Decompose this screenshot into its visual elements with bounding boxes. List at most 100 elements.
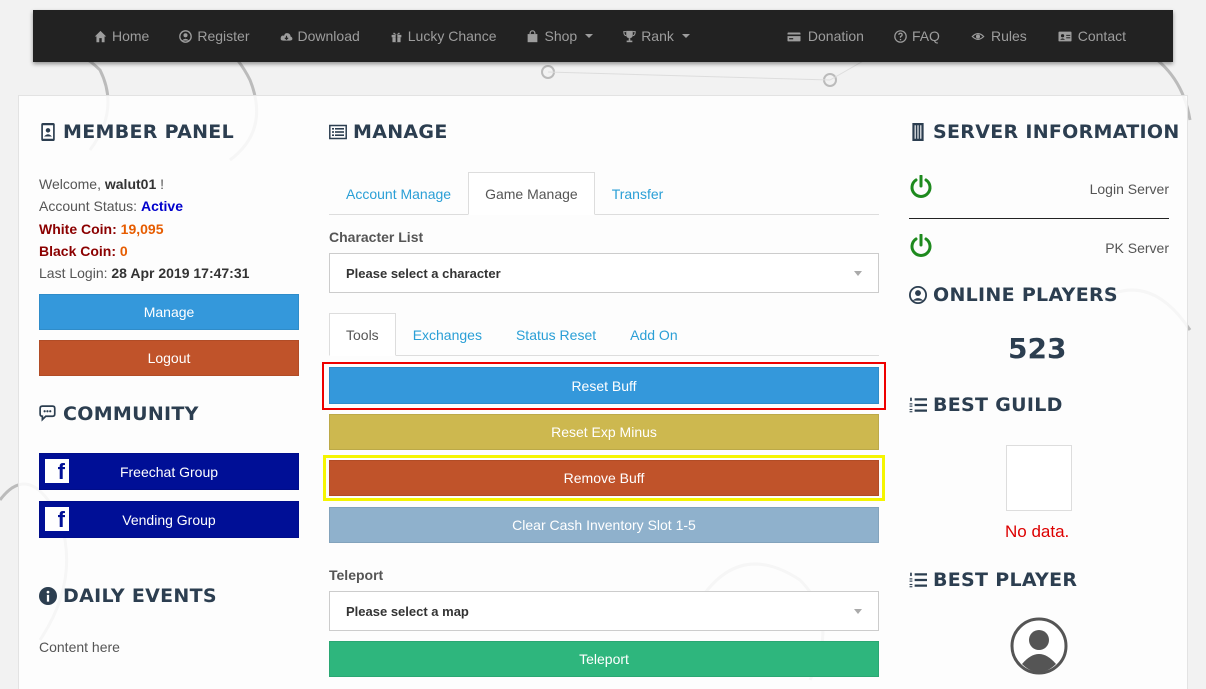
last-login-label: Last Login:: [39, 265, 108, 281]
character-select[interactable]: Please select a character: [329, 253, 879, 293]
guild-emblem-placeholder: [1006, 445, 1072, 511]
top-navbar: Home Register Download Lucky Chance Shop…: [33, 10, 1173, 62]
eye-icon: [971, 32, 985, 40]
list-alt-icon: [329, 124, 347, 140]
teleport-label: Teleport: [329, 567, 384, 583]
tab-game-manage[interactable]: Game Manage: [468, 172, 595, 215]
server-information-heading: SERVER INFORMATION: [909, 121, 1180, 143]
daily-events-title: DAILY EVENTS: [63, 585, 217, 607]
home-icon: [94, 30, 107, 42]
white-coin-label: White Coin: [39, 221, 113, 237]
nav-download[interactable]: Download: [265, 10, 375, 62]
nav-rules-label: Rules: [990, 28, 1027, 44]
credit-card-icon: [787, 31, 801, 41]
nav-shop[interactable]: Shop: [511, 10, 608, 62]
white-coin-line: White Coin: 19,095: [39, 221, 164, 237]
nav-donation[interactable]: Donation: [770, 10, 879, 62]
nav-shop-label: Shop: [544, 28, 578, 44]
login-server-name: Login Server: [1089, 181, 1169, 197]
nav-lucky-chance[interactable]: Lucky Chance: [375, 10, 512, 62]
nav-donation-label: Donation: [807, 28, 864, 44]
welcome-label: Welcome,: [39, 176, 101, 192]
daily-events-content: Content here: [39, 639, 120, 655]
vending-group-label: Vending Group: [122, 511, 216, 528]
last-login-value: 28 Apr 2019 17:47:31: [111, 265, 250, 281]
tab-account-manage[interactable]: Account Manage: [329, 172, 468, 215]
character-list-label: Character List: [329, 229, 424, 245]
server-row-pk: PK Server: [909, 228, 1169, 268]
account-status-value: Active: [140, 198, 183, 214]
nav-register[interactable]: Register: [164, 10, 264, 62]
daily-events-heading: DAILY EVENTS: [39, 585, 217, 607]
tab-exchanges[interactable]: Exchanges: [396, 313, 499, 356]
reset-buff-button[interactable]: Reset Buff: [329, 367, 879, 404]
black-coin-label: Black Coin: [39, 243, 112, 259]
freechat-group-button[interactable]: f Freechat Group: [39, 453, 299, 490]
nav-rank[interactable]: Rank: [608, 10, 705, 62]
nav-lucky-chance-label: Lucky Chance: [407, 28, 497, 44]
facebook-icon: f: [45, 507, 69, 531]
list-ol-icon: [909, 572, 927, 588]
best-player-title: BEST PLAYER: [933, 569, 1078, 591]
power-icon: [910, 234, 932, 257]
member-panel-heading: MEMBER PANEL: [39, 121, 234, 143]
nav-faq[interactable]: FAQ: [879, 10, 955, 62]
user-circle-icon: [179, 29, 193, 43]
tab-add-on[interactable]: Add On: [613, 313, 694, 356]
black-coin-line: Black Coin: 0: [39, 243, 128, 259]
pk-server-name: PK Server: [1105, 240, 1169, 256]
white-coin-value: 19,095: [120, 221, 164, 237]
online-players-heading: ONLINE PLAYERS: [909, 284, 1118, 306]
reset-exp-minus-button[interactable]: Reset Exp Minus: [329, 414, 879, 450]
account-status-line: Account Status: Active: [39, 198, 183, 214]
nav-rules[interactable]: Rules: [955, 10, 1042, 62]
user-circle-icon: [909, 286, 927, 304]
welcome-line: Welcome, walut01 !: [39, 176, 164, 192]
list-ol-icon: [909, 397, 927, 413]
server-row-login: Login Server: [909, 169, 1169, 209]
nav-register-label: Register: [197, 28, 250, 44]
trophy-icon: [623, 30, 636, 42]
map-select-placeholder: Please select a map: [346, 603, 469, 619]
best-guild-title: BEST GUILD: [933, 394, 1063, 416]
power-icon: [910, 175, 932, 198]
teleport-button[interactable]: Teleport: [329, 641, 879, 677]
clear-cash-inventory-button[interactable]: Clear Cash Inventory Slot 1-5: [329, 507, 879, 543]
chevron-down-icon: [585, 34, 594, 38]
chevron-down-icon: [854, 271, 862, 276]
best-guild-empty: No data.: [1005, 522, 1070, 541]
community-title: COMMUNITY: [63, 403, 199, 425]
tool-tabs: Tools Exchanges Status Reset Add On: [329, 313, 879, 356]
online-players-count: 523: [1008, 332, 1067, 365]
nav-contact[interactable]: Contact: [1042, 10, 1141, 62]
manage-heading: MANAGE: [329, 121, 448, 143]
tab-transfer[interactable]: Transfer: [595, 172, 681, 215]
tab-status-reset[interactable]: Status Reset: [499, 313, 613, 356]
nav-home[interactable]: Home: [79, 10, 164, 62]
manage-title: MANAGE: [353, 121, 448, 143]
map-select[interactable]: Please select a map: [329, 591, 879, 631]
chevron-down-icon: [854, 609, 862, 614]
account-status-label: Account Status:: [39, 198, 138, 214]
cloud-download-icon: [280, 32, 292, 41]
tab-tools[interactable]: Tools: [329, 313, 396, 356]
chevron-down-icon: [681, 34, 690, 38]
server-information-title: SERVER INFORMATION: [933, 121, 1180, 143]
question-circle-icon: [894, 29, 907, 43]
online-players-title: ONLINE PLAYERS: [933, 284, 1118, 306]
vending-group-button[interactable]: f Vending Group: [39, 501, 299, 538]
nav-faq-label: FAQ: [911, 28, 940, 44]
remove-buff-button[interactable]: Remove Buff: [329, 460, 879, 496]
manage-tabs: Account Manage Game Manage Transfer: [329, 172, 879, 215]
best-player-heading: BEST PLAYER: [909, 569, 1077, 591]
facebook-icon: f: [45, 459, 69, 483]
member-panel-title: MEMBER PANEL: [63, 121, 234, 143]
username: walut01: [104, 176, 157, 192]
info-circle-icon: [39, 587, 57, 605]
nav-contact-label: Contact: [1077, 28, 1126, 44]
character-select-placeholder: Please select a character: [346, 265, 501, 281]
nav-right-group: Donation FAQ Rules Contact: [770, 10, 1141, 62]
manage-button[interactable]: Manage: [39, 294, 299, 330]
logout-button[interactable]: Logout: [39, 340, 299, 376]
server-icon: [912, 123, 924, 141]
